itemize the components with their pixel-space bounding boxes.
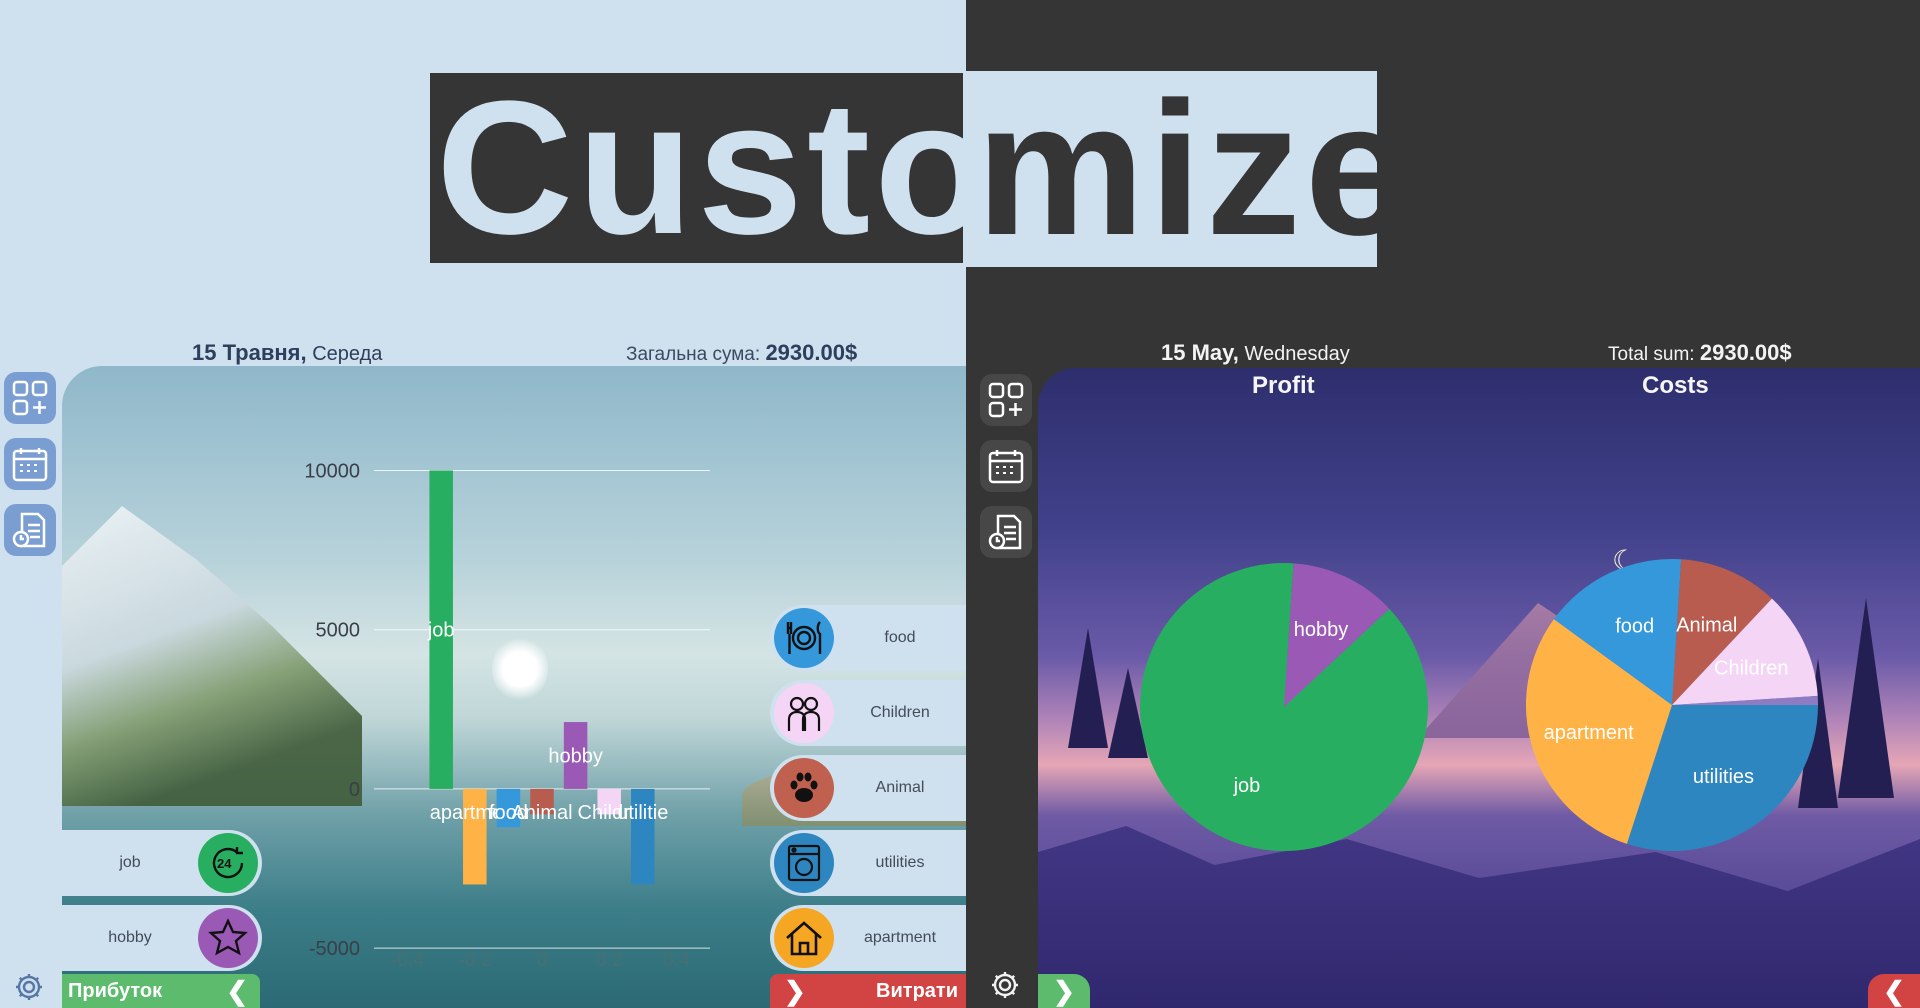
expense-label-apartment: apartment: [863, 929, 937, 946]
expense-label-utilities: utilities: [875, 854, 925, 871]
income-row-job[interactable]: job 24: [62, 830, 262, 896]
children-icon: [774, 683, 834, 743]
expense-row-children[interactable]: Children: [770, 680, 966, 746]
washing-machine-icon: [774, 833, 834, 893]
expense-label-children: Children: [870, 704, 930, 721]
expense-label-food: food: [884, 629, 916, 646]
x-tick-label: 0: [537, 950, 548, 971]
costs-slice-label: apartment: [1544, 722, 1634, 744]
income-row-hobby[interactable]: hobby: [62, 905, 262, 971]
collapse-left-icon: ❮: [1883, 975, 1905, 1006]
y-tick-label: 5000: [316, 620, 361, 642]
expand-right-icon: ❯: [1053, 975, 1075, 1006]
dark-theme-panel: mize 15 May, Wednesday Total sum: 2930.0…: [966, 0, 1920, 1008]
profit-tab[interactable]: ❯: [1038, 974, 1090, 1008]
costs-tab[interactable]: ❯ Витрати: [770, 974, 966, 1008]
expand-right-icon: ❯: [784, 975, 806, 1006]
x-tick-label: 0.4: [663, 950, 690, 971]
profit-slice-label: hobby: [1294, 619, 1349, 641]
y-tick-label: -5000: [309, 938, 360, 960]
costs-slice-label: Children: [1714, 658, 1788, 680]
expense-row-utilities[interactable]: utilities: [770, 830, 966, 896]
income-label-hobby: hobby: [108, 929, 152, 946]
paw-icon: [774, 758, 834, 818]
costs-slice-label: utilities: [1693, 766, 1754, 788]
costs-tab-label: Витрати: [876, 979, 958, 1002]
expense-row-food[interactable]: food: [770, 605, 966, 671]
expense-row-apartment[interactable]: apartment: [770, 905, 966, 971]
costs-tab[interactable]: ❮: [1868, 974, 1920, 1008]
24-hours-icon: 24: [198, 833, 258, 893]
bar-label: hobby: [548, 745, 603, 767]
costs-slice-label: Animal: [1676, 615, 1737, 637]
bar-label: Animal: [511, 802, 572, 824]
y-tick-label: 10000: [304, 460, 360, 482]
plate-cutlery-icon: [774, 608, 834, 668]
bar-label: utilitie: [617, 802, 668, 824]
income-label-job: job: [119, 854, 141, 871]
profit-slice-label: job: [1233, 775, 1261, 797]
light-theme-panel: Custo 15 Травня, Середа Загальна сума: 2…: [0, 0, 966, 1008]
svg-text:24: 24: [217, 856, 232, 871]
y-tick-label: 0: [349, 779, 360, 801]
star-icon: [198, 908, 258, 968]
expense-row-animal[interactable]: Animal: [770, 755, 966, 821]
collapse-left-icon: ❮: [226, 975, 248, 1006]
x-tick-label: -0.2: [458, 950, 491, 971]
pie-charts: job hobby utilities apartment food Animal Chil…: [1140, 559, 1818, 852]
x-tick-label: -0.4: [391, 950, 424, 971]
profit-tab-label: Прибуток: [68, 979, 163, 1002]
x-tick-label: 0.2: [596, 950, 622, 971]
costs-slice-label: food: [1615, 616, 1654, 638]
bar-label: job: [427, 620, 455, 642]
house-icon: [774, 908, 834, 968]
profit-tab[interactable]: Прибуток ❮: [62, 974, 260, 1008]
expense-label-animal: Animal: [875, 779, 925, 796]
